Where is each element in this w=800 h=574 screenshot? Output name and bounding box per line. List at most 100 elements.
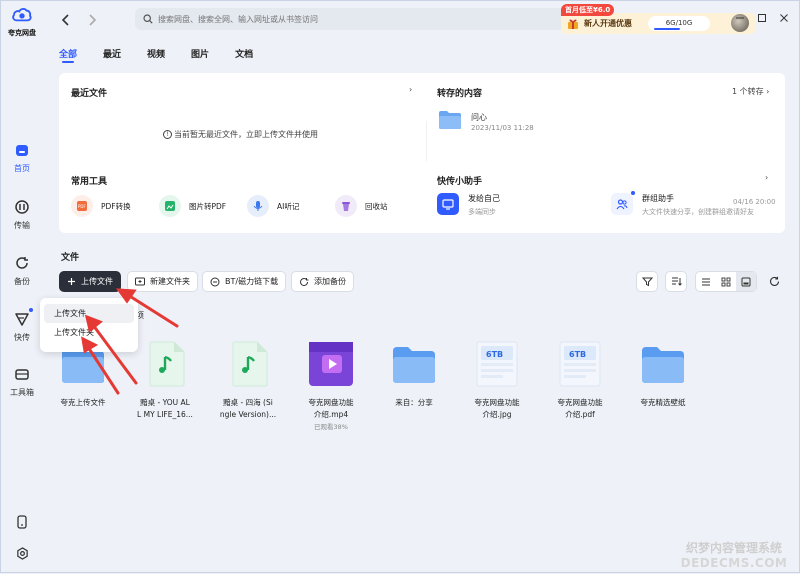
- tool-ai-transcribe[interactable]: AI听记: [247, 195, 299, 217]
- upload-button[interactable]: 上传文件: [59, 271, 121, 292]
- svg-text:6TB: 6TB: [486, 350, 503, 359]
- file-name-line: L MY LIFE_16...: [137, 410, 193, 419]
- recent-more-chevron-icon[interactable]: ›: [409, 85, 412, 94]
- list-view-icon[interactable]: [696, 272, 716, 291]
- tab-recent[interactable]: 最近: [103, 47, 121, 60]
- filter-icon: [641, 277, 653, 287]
- svg-text:PDF: PDF: [78, 204, 86, 209]
- app-window: 夸克网盘 首页 传输 备份 快传 工具箱 搜索网盘、搜索全网、输入网址或从书签访…: [0, 0, 800, 573]
- backup-icon: [299, 277, 309, 287]
- sort-icon: [671, 277, 682, 286]
- tool-label: 图片转PDF: [189, 201, 227, 211]
- bt-download-label: BT/磁力链下载: [225, 277, 279, 286]
- file-name-line: 夸克网盘功能: [474, 398, 520, 407]
- toolbox-icon: [13, 365, 31, 383]
- image-thumbnail: 6TB: [474, 341, 520, 387]
- tool-label: AI听记: [277, 201, 300, 211]
- tool-pdf-convert[interactable]: PDF PDF转换: [71, 195, 131, 217]
- unread-dot: [631, 191, 635, 195]
- large-thumbnail-view-icon[interactable]: [736, 272, 756, 291]
- recent-empty-message: ! 当前暂无最近文件，立即上传文件并使用: [163, 129, 318, 140]
- tab-documents[interactable]: 文档: [235, 47, 253, 60]
- overview-panel: 最近文件 › ! 当前暂无最近文件，立即上传文件并使用 转存的内容 1 个转存 …: [59, 73, 785, 233]
- left-sidebar: 夸克网盘 首页 传输 备份 快传 工具箱: [1, 1, 43, 574]
- app-name: 夸克网盘: [8, 29, 36, 37]
- promo-box[interactable]: 新人开通优惠 6G/10G: [561, 13, 755, 34]
- pdf-convert-icon: PDF: [71, 195, 93, 217]
- tool-image-to-pdf[interactable]: 图片转PDF: [159, 195, 226, 217]
- bt-download-button[interactable]: BT/磁力链下载: [202, 271, 287, 292]
- assistant-item-sub: 大文件快速分享，创建群组邀请好友: [642, 208, 754, 216]
- folder-icon[interactable]: [438, 110, 462, 130]
- assistant-send-self[interactable]: 发给自己 多端同步: [437, 193, 500, 217]
- refresh-icon: [769, 276, 779, 286]
- new-folder-button[interactable]: 新建文件夹: [127, 271, 198, 292]
- back-icon[interactable]: [59, 12, 73, 28]
- search-bar[interactable]: [135, 8, 569, 30]
- sidebar-item-toolbox[interactable]: 工具箱: [1, 365, 43, 398]
- info-icon: !: [163, 130, 172, 139]
- sidebar-item-label: 传输: [14, 221, 30, 230]
- quick-send-icon: [13, 310, 31, 328]
- app-logo[interactable]: 夸克网盘: [6, 7, 38, 38]
- file-item[interactable]: 6TB 夸克网盘功能 介绍.pdf: [542, 341, 618, 421]
- backup-icon: [13, 254, 31, 272]
- tab-all[interactable]: 全部: [59, 47, 77, 63]
- promo-label: 新人开通优惠: [584, 19, 632, 28]
- file-item[interactable]: 夸克精选壁纸: [625, 341, 701, 409]
- transfer-icon: [13, 198, 31, 216]
- file-item[interactable]: 黯桌 - YOU AL L MY LIFE_16...: [127, 341, 203, 421]
- sidebar-item-backup[interactable]: 备份: [1, 254, 43, 287]
- file-item[interactable]: 黯桌 - 四海 (Si ngle Version)...: [210, 341, 286, 421]
- saved-item-name[interactable]: 问心: [471, 112, 487, 123]
- tools-title: 常用工具: [71, 177, 108, 187]
- file-name-line: 夸克网盘功能: [557, 398, 603, 407]
- menu-item-upload-file[interactable]: 上传文件: [44, 304, 134, 323]
- sidebar-item-transfer[interactable]: 传输: [1, 198, 43, 231]
- storage-usage[interactable]: 6G/10G: [648, 16, 710, 31]
- sort-button[interactable]: [665, 271, 687, 292]
- maximize-icon[interactable]: [755, 11, 769, 25]
- search-icon: [143, 14, 153, 24]
- saved-content-title: 转存的内容: [437, 89, 483, 99]
- device-button[interactable]: [1, 513, 43, 535]
- search-input[interactable]: [158, 14, 558, 24]
- assistant-more-chevron-icon[interactable]: ›: [765, 173, 768, 182]
- promo-tag: 首月低至¥6.0: [561, 4, 615, 16]
- file-name-line: 黯桌 - YOU AL: [140, 398, 190, 407]
- file-name-line: 介绍.jpg: [482, 410, 512, 419]
- settings-button[interactable]: [1, 544, 43, 566]
- link-icon: [210, 277, 220, 287]
- file-name-line: ngle Version)...: [219, 410, 277, 419]
- add-backup-button[interactable]: 添加备份: [291, 271, 354, 292]
- assistant-item-title: 发给自己: [468, 194, 500, 203]
- file-name-line: 夸克网盘功能: [308, 398, 354, 407]
- file-name: 夸克精选壁纸: [640, 398, 686, 407]
- refresh-button[interactable]: [763, 271, 785, 292]
- svg-text:6TB: 6TB: [569, 350, 586, 359]
- cloud-logo-icon: [12, 8, 32, 22]
- close-icon[interactable]: [777, 11, 791, 25]
- assistant-title: 快传小助手: [437, 177, 483, 187]
- watermark-line: 织梦内容管理系统: [685, 541, 782, 555]
- phone-icon: [13, 513, 31, 531]
- tool-recycle-bin[interactable]: 回收站: [335, 195, 388, 217]
- file-item[interactable]: 6TB 夸克网盘功能 介绍.jpg: [459, 341, 535, 421]
- sidebar-item-home[interactable]: 首页: [1, 141, 43, 174]
- empty-text: 当前暂无最近文件，立即上传文件并使用: [174, 130, 318, 139]
- file-item[interactable]: 夸克网盘功能 介绍.mp4 已观看38%: [293, 341, 369, 431]
- grid-view-icon[interactable]: [716, 272, 736, 291]
- add-backup-label: 添加备份: [314, 277, 346, 286]
- tab-video[interactable]: 视频: [147, 47, 165, 60]
- folder-icon: [391, 341, 437, 387]
- sidebar-item-quick-send[interactable]: 快传: [1, 310, 43, 343]
- file-item[interactable]: 来自：分享: [376, 341, 452, 409]
- saved-count[interactable]: 1 个转存 ›: [732, 86, 769, 97]
- watermark: 织梦内容管理系统 DEDECMS.COM: [667, 539, 800, 570]
- forward-icon[interactable]: [85, 12, 99, 28]
- menu-item-upload-folder[interactable]: 上传文件夹: [44, 323, 134, 342]
- tab-images[interactable]: 图片: [191, 47, 209, 60]
- file-name-line: 介绍.mp4: [313, 410, 349, 419]
- filter-button[interactable]: [636, 271, 658, 292]
- minimize-icon[interactable]: [733, 11, 747, 25]
